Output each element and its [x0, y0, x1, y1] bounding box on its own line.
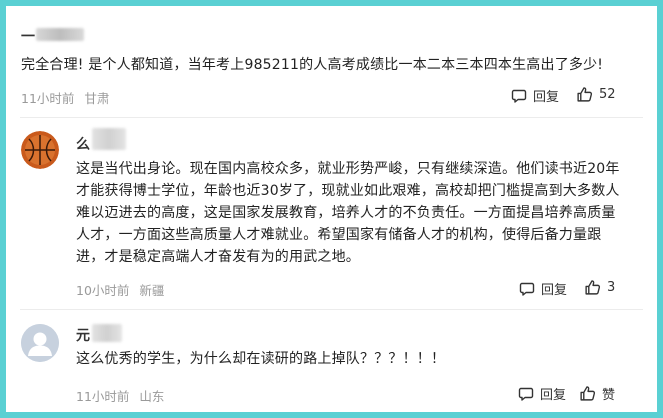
avatar-basketball[interactable]: [21, 131, 59, 169]
comment-time-1: 11小时前: [21, 91, 75, 106]
comment-meta-3: 11小时前 山东: [76, 386, 164, 405]
comment-text-1: 完全合理! 是个人都知道，当年考上985211的人高考成绩比一本二本三本四本生高…: [21, 57, 604, 73]
reply-label-1: 回复: [533, 90, 560, 105]
comment-text-2-line-2: 才能获得博士学位，年龄也近30岁了，现就业如此艰难，高校却把门槛提高到大多数人: [76, 183, 620, 199]
comment-location-1: 甘肃: [84, 91, 110, 106]
like-button-1[interactable]: 52: [576, 86, 616, 103]
comment-bubble-icon: [519, 282, 535, 296]
comment-location-3: 山东: [139, 389, 165, 404]
comment-panel: 一 完全合理! 是个人都知道，当年考上985211的人高考成绩比一本二本三本四本…: [6, 6, 657, 412]
reply-button-1[interactable]: 回复: [511, 86, 559, 105]
like-count-2: 3: [607, 280, 616, 295]
comment-meta-1: 11小时前 甘肃: [21, 88, 109, 107]
comment-time-2: 10小时前: [76, 283, 130, 298]
comment-bubble-icon: [511, 89, 527, 103]
comment-text-2: 这是当代出身论。现在国内高校众多，就业形势严峻，只有继续深造。他们读书近20年 …: [76, 158, 651, 268]
commenter-name-blurred-1: [36, 28, 84, 41]
reply-button-2[interactable]: 回复: [519, 279, 567, 298]
commenter-name-blurred-2: [92, 128, 126, 150]
thumbs-up-icon: [585, 280, 601, 295]
commenter-name-1[interactable]: 一: [21, 26, 35, 46]
comment-location-2: 新疆: [139, 283, 165, 298]
reply-label-3: 回复: [540, 388, 567, 403]
commenter-name-blurred-3: [92, 324, 122, 342]
commenter-name-3[interactable]: 元: [76, 325, 90, 345]
comment-text-2-line-3: 难以迈进去的高度，这是国家发展教育，培养人才的不负责任。一方面提昌培养高质量: [76, 205, 616, 221]
thumbs-up-icon: [577, 87, 593, 102]
thumbs-up-icon: [580, 386, 596, 401]
divider-1: [20, 117, 643, 118]
like-button-3[interactable]: 赞: [579, 384, 615, 403]
reply-button-3[interactable]: 回复: [518, 384, 566, 403]
comment-text-3: 这么优秀的学生，为什么却在读研的路上掉队？？？！！！: [76, 351, 446, 367]
like-label-3: 赞: [602, 388, 616, 403]
reply-label-2: 回复: [541, 283, 568, 298]
commenter-name-2[interactable]: 么: [76, 134, 90, 154]
comment-bubble-icon: [518, 387, 534, 401]
like-count-1: 52: [599, 87, 616, 102]
comment-text-2-line-5: 进，才是稳定高端人才奋发有为的用武之地。: [76, 249, 360, 265]
comment-text-2-line-4: 人才，一方面这些高质量人才难就业。希望国家有储备人才的机构，使得后备力量跟: [76, 227, 602, 243]
comment-meta-2: 10小时前 新疆: [76, 280, 164, 299]
avatar-default-user[interactable]: [21, 324, 59, 362]
comment-time-3: 11小时前: [76, 389, 130, 404]
divider-2: [20, 309, 643, 310]
comment-text-2-line-1: 这是当代出身论。现在国内高校众多，就业形势严峻，只有继续深造。他们读书近20年: [76, 161, 620, 177]
like-button-2[interactable]: 3: [584, 279, 615, 296]
